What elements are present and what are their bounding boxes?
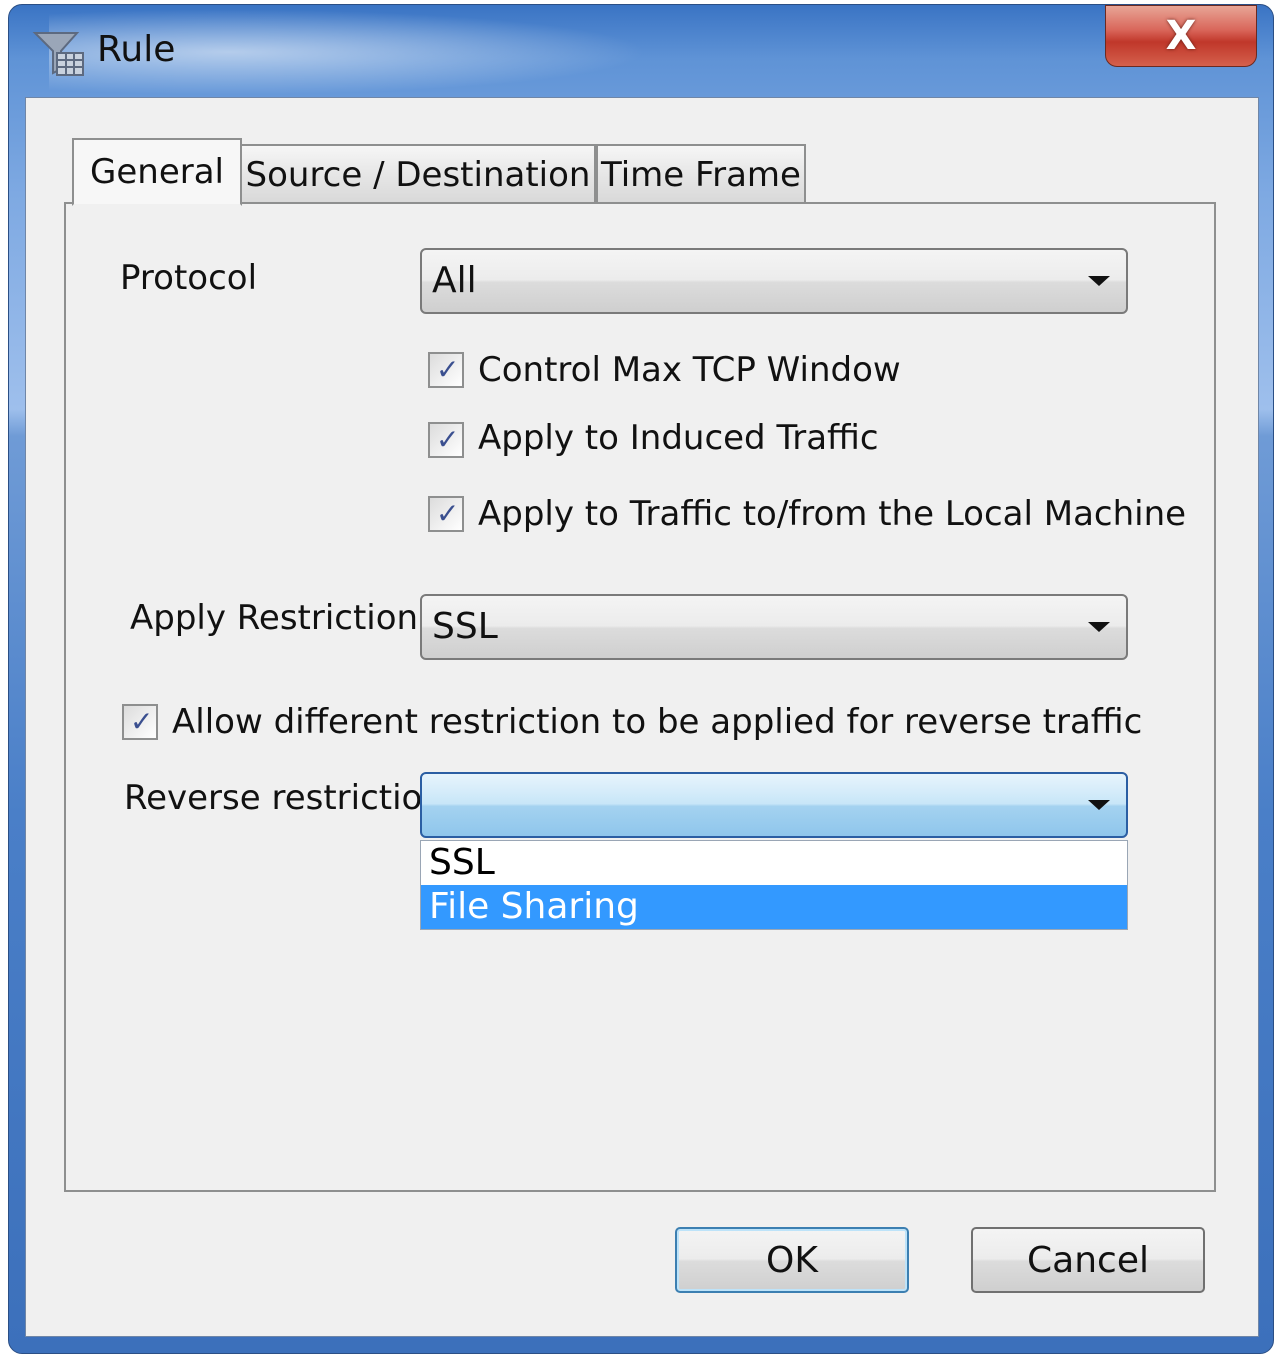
protocol-select-value: All — [432, 260, 477, 301]
tab-general-label: General — [90, 152, 224, 192]
tab-time-frame-label: Time Frame — [601, 155, 801, 195]
apply-local-machine-label: Apply to Traffic to/from the Local Machi… — [478, 494, 1187, 534]
protocol-label: Protocol — [120, 258, 258, 298]
chevron-down-icon — [1088, 800, 1110, 810]
checkmark-icon: ✓ — [436, 497, 460, 530]
tab-source-destination[interactable]: Source / Destination — [240, 144, 596, 204]
allow-reverse-restriction-checkbox[interactable]: ✓ — [122, 704, 158, 740]
checkmark-icon: ✓ — [436, 423, 460, 456]
protocol-select[interactable]: All — [420, 248, 1128, 314]
window-title: Rule — [97, 29, 176, 70]
close-icon: X — [1165, 13, 1197, 59]
apply-induced-traffic-label: Apply to Induced Traffic — [478, 418, 879, 458]
close-button[interactable]: X — [1105, 5, 1257, 67]
apply-restriction-select-value: SSL — [432, 606, 498, 647]
dialog-client-area: General Source / Destination Time Frame … — [25, 97, 1259, 1337]
ok-button[interactable]: OK — [675, 1227, 909, 1293]
reverse-restriction-dropdown-list: SSL File Sharing — [420, 840, 1128, 930]
cancel-button[interactable]: Cancel — [971, 1227, 1205, 1293]
tab-general[interactable]: General — [72, 138, 242, 206]
checkmark-icon: ✓ — [130, 705, 154, 738]
checkmark-icon: ✓ — [436, 353, 460, 386]
control-max-tcp-window-checkbox[interactable]: ✓ — [428, 352, 464, 388]
apply-restriction-label: Apply Restriction: — [130, 598, 430, 638]
apply-local-machine-checkbox[interactable]: ✓ — [428, 496, 464, 532]
reverse-restriction-select[interactable] — [420, 772, 1128, 838]
control-max-tcp-window-label: Control Max TCP Window — [478, 350, 901, 390]
apply-restriction-select[interactable]: SSL — [420, 594, 1128, 660]
tab-source-destination-label: Source / Destination — [245, 155, 591, 195]
allow-reverse-restriction-label: Allow different restriction to be applie… — [172, 702, 1143, 742]
reverse-restriction-label: Reverse restriction: — [124, 778, 456, 818]
tab-time-frame[interactable]: Time Frame — [596, 144, 806, 204]
dropdown-option-ssl[interactable]: SSL — [421, 841, 1127, 885]
rule-dialog-window: Rule X General Source / Destination Time… — [8, 4, 1274, 1354]
ok-button-label: OK — [766, 1239, 818, 1281]
cancel-button-label: Cancel — [1027, 1239, 1149, 1281]
chevron-down-icon — [1088, 276, 1110, 286]
apply-induced-traffic-checkbox[interactable]: ✓ — [428, 422, 464, 458]
chevron-down-icon — [1088, 622, 1110, 632]
dropdown-option-file-sharing[interactable]: File Sharing — [421, 885, 1127, 929]
funnel-filter-icon — [32, 32, 84, 76]
